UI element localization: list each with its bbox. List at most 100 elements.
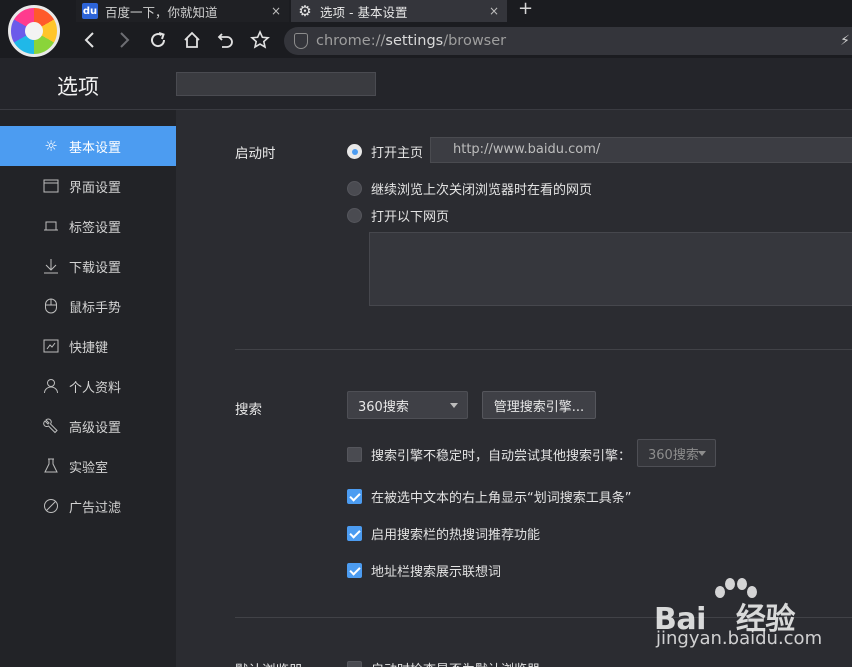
- startup-option-pages[interactable]: 打开以下网页: [347, 206, 449, 225]
- search-option-label: 启用搜索栏的热搜词推荐功能: [371, 528, 541, 543]
- undo-close-tab-button[interactable]: [214, 28, 238, 52]
- arrow-left-icon: [84, 32, 94, 48]
- sidebar-item-label: 广告过滤: [69, 500, 122, 516]
- bookmark-button[interactable]: [248, 28, 272, 52]
- block-icon: [41, 496, 61, 516]
- window-icon: [41, 176, 61, 196]
- sidebar-item-label: 快捷键: [69, 340, 109, 356]
- tab-settings[interactable]: ⚙ 选项 - 基本设置 ×: [291, 0, 507, 22]
- fallback-engine-select[interactable]: 360搜索: [637, 439, 716, 467]
- baidu-jingyan-watermark: Bai 经验 jingyan.baidu.com: [652, 578, 852, 667]
- reload-icon: [151, 32, 166, 48]
- url-path: /browser: [443, 33, 507, 49]
- radio-button[interactable]: [347, 208, 362, 223]
- default-browser-section-label: 默认浏览器: [235, 659, 303, 667]
- radio-button[interactable]: [347, 181, 362, 196]
- search-option-hot-words[interactable]: 启用搜索栏的热搜词推荐功能: [347, 524, 540, 543]
- checkbox[interactable]: [347, 489, 362, 504]
- sidebar-item-label: 实验室: [69, 460, 109, 476]
- home-icon: [184, 31, 200, 48]
- sidebar-item-basic[interactable]: ☼ 基本设置: [0, 126, 176, 166]
- search-option-label: 地址栏搜索展示联想词: [371, 565, 502, 580]
- forward-button[interactable]: [112, 28, 136, 52]
- browser-logo-icon[interactable]: [8, 5, 60, 57]
- back-button[interactable]: [78, 28, 102, 52]
- section-divider: [235, 349, 852, 350]
- startup-option-continue[interactable]: 继续浏览上次关闭浏览器时在看的网页: [347, 179, 592, 198]
- chevron-down-icon: [450, 403, 458, 408]
- sidebar-item-shortcuts[interactable]: 快捷键: [0, 326, 176, 366]
- search-section-label: 搜索: [235, 402, 262, 418]
- sidebar-item-mouse-gesture[interactable]: 鼠标手势: [0, 286, 176, 326]
- sidebar-item-label: 鼠标手势: [69, 300, 122, 316]
- browser-chrome: du 百度一下，你就知道 × ⚙ 选项 - 基本设置 × + chrome://…: [0, 0, 852, 58]
- sidebar-item-label: 标签设置: [69, 220, 122, 236]
- reload-button[interactable]: [146, 28, 170, 52]
- startup-option-label: 打开主页: [371, 146, 424, 161]
- sidebar-item-labs[interactable]: 实验室: [0, 446, 176, 486]
- manage-search-engines-button[interactable]: 管理搜索引擎...: [482, 391, 596, 419]
- arrow-right-icon: [120, 32, 130, 48]
- search-option-label: 在被选中文本的右上角显示“划词搜索工具条”: [371, 491, 632, 506]
- search-engine-value: 360搜索: [358, 399, 409, 415]
- settings-sidebar: ☼ 基本设置 界面设置 标签设置 下载设置 鼠标手势 快捷键 个人资料 高级设置…: [0, 110, 176, 667]
- sidebar-item-label: 下载设置: [69, 260, 122, 276]
- default-browser-option[interactable]: 启动时检查是否为默认浏览器: [347, 659, 540, 667]
- mouse-icon: [41, 296, 61, 316]
- default-browser-option-label: 启动时检查是否为默认浏览器: [371, 659, 540, 667]
- flask-icon: [41, 456, 61, 476]
- startup-option-homepage[interactable]: 打开主页: [347, 142, 423, 161]
- bolt-icon[interactable]: ⚡: [840, 33, 850, 49]
- fallback-engine-value: 360搜索: [648, 447, 699, 463]
- home-button[interactable]: [180, 28, 204, 52]
- search-engine-select[interactable]: 360搜索: [347, 391, 468, 419]
- shield-icon: [294, 33, 308, 49]
- startup-option-label: 继续浏览上次关闭浏览器时在看的网页: [371, 183, 593, 198]
- page-title: 选项: [57, 75, 99, 99]
- tab-close-icon[interactable]: ×: [485, 4, 503, 18]
- download-icon: [41, 256, 61, 276]
- homepage-url-field[interactable]: http://www.baidu.com/: [430, 137, 852, 163]
- search-option-suggestions[interactable]: 地址栏搜索展示联想词: [347, 561, 501, 580]
- url-host: settings: [385, 33, 444, 49]
- startup-pages-textarea[interactable]: [369, 232, 852, 306]
- startup-section-label: 启动时: [235, 146, 276, 162]
- star-icon: [250, 30, 270, 49]
- sidebar-item-label: 界面设置: [69, 180, 122, 196]
- url-text[interactable]: chrome://settings/browser: [316, 33, 506, 49]
- sidebar-item-profile[interactable]: 个人资料: [0, 366, 176, 406]
- user-icon: [41, 376, 61, 396]
- url-scheme: chrome://: [316, 33, 386, 49]
- search-option-selection-toolbar[interactable]: 在被选中文本的右上角显示“划词搜索工具条”: [347, 487, 631, 506]
- wrench-icon: [41, 416, 61, 436]
- settings-search-input[interactable]: [176, 72, 376, 96]
- settings-header: 选项: [0, 58, 852, 110]
- shortcut-icon: [41, 336, 61, 356]
- tab-title: 百度一下，你就知道: [105, 4, 218, 20]
- radio-button[interactable]: [347, 144, 362, 159]
- sidebar-item-adblock[interactable]: 广告过滤: [0, 486, 176, 526]
- chevron-down-icon: [698, 451, 706, 456]
- new-tab-button[interactable]: +: [518, 0, 533, 20]
- sidebar-item-advanced[interactable]: 高级设置: [0, 406, 176, 446]
- search-fallback-option[interactable]: 搜索引擎不稳定时，自动尝试其他搜索引擎：: [347, 445, 631, 464]
- tab-close-icon[interactable]: ×: [267, 4, 285, 18]
- sidebar-item-label: 个人资料: [69, 380, 122, 396]
- checkbox[interactable]: [347, 661, 362, 667]
- gear-icon: ⚙: [298, 2, 312, 20]
- checkbox[interactable]: [347, 563, 362, 578]
- checkbox[interactable]: [347, 526, 362, 541]
- search-fallback-label: 搜索引擎不稳定时，自动尝试其他搜索引擎：: [371, 449, 632, 464]
- tab-baidu[interactable]: du 百度一下，你就知道 ×: [76, 0, 289, 22]
- address-bar[interactable]: chrome://settings/browser ⚡: [284, 27, 852, 55]
- watermark-site: jingyan.baidu.com: [656, 628, 823, 649]
- tab-icon: [41, 216, 61, 236]
- gear-icon: ☼: [44, 137, 58, 155]
- sidebar-item-download[interactable]: 下载设置: [0, 246, 176, 286]
- sidebar-item-tabs[interactable]: 标签设置: [0, 206, 176, 246]
- toolbar: chrome://settings/browser ⚡: [76, 24, 852, 58]
- baidu-paw-icon: du: [82, 3, 98, 19]
- sidebar-item-interface[interactable]: 界面设置: [0, 166, 176, 206]
- startup-option-label: 打开以下网页: [371, 210, 450, 225]
- checkbox[interactable]: [347, 447, 362, 462]
